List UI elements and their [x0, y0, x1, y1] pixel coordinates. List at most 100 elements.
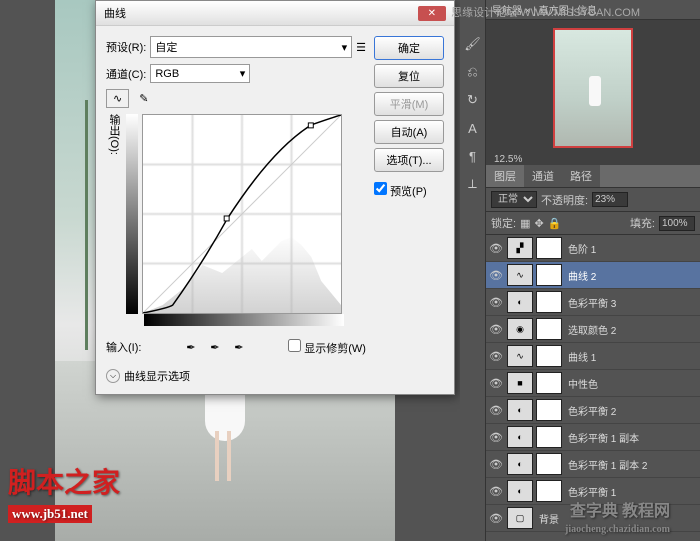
tab-channels[interactable]: 通道 [524, 165, 562, 187]
visibility-eye-icon[interactable]: 👁 [488, 375, 504, 391]
layer-name-label[interactable]: 色阶 1 [565, 241, 698, 256]
layer-name-label[interactable]: 曲线 2 [565, 268, 698, 283]
layer-row[interactable]: 👁◐ 色彩平衡 1 副本 [486, 424, 700, 451]
mask-thumb[interactable] [536, 372, 562, 394]
lock-all-icon[interactable]: 🔒 [548, 217, 562, 230]
curve-path[interactable] [143, 115, 341, 313]
gray-point-eyedropper-icon[interactable]: ✒ [206, 338, 224, 356]
mask-thumb[interactable] [536, 291, 562, 313]
preset-menu-icon[interactable]: ☰ [356, 41, 366, 54]
adjustment-thumb[interactable]: ◐ [507, 291, 533, 313]
preview-checkbox[interactable]: 预览(P) [374, 182, 444, 199]
navigator-thumbnail[interactable] [553, 28, 633, 148]
fill-input[interactable] [659, 216, 695, 231]
navigator-panel[interactable]: 12.5% [486, 20, 700, 165]
output-axis-label: 输出(O): [106, 114, 122, 155]
layer-name-label[interactable]: 色彩平衡 3 [565, 295, 698, 310]
curve-tool-icon[interactable]: ∿ [106, 89, 129, 108]
adjustment-thumb[interactable]: ◐ [507, 453, 533, 475]
visibility-eye-icon[interactable]: 👁 [488, 483, 504, 499]
layers-tabs: 图层 通道 路径 [486, 165, 700, 188]
adjustment-thumb[interactable]: ◉ [507, 318, 533, 340]
layer-name-label[interactable]: 色彩平衡 1 副本 2 [565, 457, 698, 472]
layer-name-label[interactable]: 色彩平衡 2 [565, 403, 698, 418]
visibility-eye-icon[interactable]: 👁 [488, 402, 504, 418]
lock-pixels-icon[interactable]: ▦ [520, 217, 530, 230]
curve-grid[interactable] [142, 114, 342, 314]
layer-row[interactable]: 👁◐ 色彩平衡 3 [486, 289, 700, 316]
vertical-toolbar: 🖌 ⎌ ↻ A ¶ ⟂ [460, 0, 486, 541]
layer-name-label[interactable]: 曲线 1 [565, 349, 698, 364]
expand-chevron-icon[interactable]: ⌵ [106, 369, 120, 383]
adjustment-thumb[interactable]: ■ [507, 372, 533, 394]
display-options-label: 曲线显示选项 [124, 368, 190, 384]
pencil-tool-icon[interactable]: ✎ [133, 90, 154, 107]
mask-thumb[interactable] [536, 237, 562, 259]
layer-row[interactable]: 👁■ 中性色 [486, 370, 700, 397]
adjustment-thumb[interactable]: ◐ [507, 480, 533, 502]
paragraph-tool-icon[interactable]: ¶ [461, 144, 485, 168]
tab-paths[interactable]: 路径 [562, 165, 600, 187]
output-gradient [126, 114, 138, 314]
channel-select[interactable]: RGB▾ [150, 64, 250, 83]
dialog-titlebar[interactable]: 曲线 ✕ [96, 1, 454, 26]
visibility-eye-icon[interactable]: 👁 [488, 240, 504, 256]
show-clipping-checkbox[interactable]: 显示修剪(W) [288, 339, 366, 356]
curves-dialog: 曲线 ✕ 预设(R): 自定▾ ☰ 通道(C): RGB▾ ∿ ✎ [95, 0, 455, 395]
adjustment-thumb[interactable]: ▢ [507, 507, 533, 529]
close-icon[interactable]: ✕ [418, 6, 446, 21]
visibility-eye-icon[interactable]: 👁 [488, 267, 504, 283]
mask-thumb[interactable] [536, 318, 562, 340]
mask-thumb[interactable] [536, 264, 562, 286]
history-tool-icon[interactable]: ↻ [461, 88, 485, 112]
adjustment-thumb[interactable]: ◐ [507, 399, 533, 421]
brush-tool-icon[interactable]: 🖌 [461, 32, 485, 56]
clone-tool-icon[interactable]: ⎌ [461, 60, 485, 84]
layer-row[interactable]: 👁◐ 色彩平衡 1 副本 2 [486, 451, 700, 478]
ok-button[interactable]: 确定 [374, 36, 444, 60]
black-point-eyedropper-icon[interactable]: ✒ [182, 338, 200, 356]
ruler-tool-icon[interactable]: ⟂ [461, 172, 485, 196]
adjustment-thumb[interactable]: ▞ [507, 237, 533, 259]
layer-name-label[interactable]: 选取颜色 2 [565, 322, 698, 337]
visibility-eye-icon[interactable]: 👁 [488, 321, 504, 337]
smooth-button[interactable]: 平滑(M) [374, 92, 444, 116]
layer-row[interactable]: 👁◉ 选取颜色 2 [486, 316, 700, 343]
channel-label: 通道(C): [106, 66, 146, 82]
mask-thumb[interactable] [536, 480, 562, 502]
fill-label: 填充: [630, 215, 655, 231]
visibility-eye-icon[interactable]: 👁 [488, 294, 504, 310]
layer-name-label[interactable]: 色彩平衡 1 副本 [565, 430, 698, 445]
watermark-site2-url: jiaocheng.chazidian.com [565, 524, 670, 535]
auto-button[interactable]: 自动(A) [374, 120, 444, 144]
zoom-level[interactable]: 12.5% [490, 152, 696, 167]
visibility-eye-icon[interactable]: 👁 [488, 429, 504, 445]
watermark-site1-url: www.jb51.net [8, 505, 92, 523]
layer-row[interactable]: 👁∿ 曲线 2 [486, 262, 700, 289]
options-button[interactable]: 选项(T)... [374, 148, 444, 172]
mask-thumb[interactable] [536, 345, 562, 367]
mask-thumb[interactable] [536, 426, 562, 448]
text-tool-icon[interactable]: A [461, 116, 485, 140]
visibility-eye-icon[interactable]: 👁 [488, 510, 504, 526]
white-point-eyedropper-icon[interactable]: ✒ [230, 338, 248, 356]
mask-thumb[interactable] [536, 453, 562, 475]
opacity-input[interactable] [592, 192, 628, 207]
layer-name-label[interactable]: 中性色 [565, 376, 698, 391]
tab-layers[interactable]: 图层 [486, 165, 524, 187]
layer-row[interactable]: 👁◐ 色彩平衡 2 [486, 397, 700, 424]
visibility-eye-icon[interactable]: 👁 [488, 456, 504, 472]
visibility-eye-icon[interactable]: 👁 [488, 348, 504, 364]
preset-select[interactable]: 自定▾ [150, 36, 352, 58]
adjustment-thumb[interactable]: ◐ [507, 426, 533, 448]
panels-dock: 🖌 ⎌ ↻ A ¶ ⟂ 导航器 × | 直方图 | 信息 12.5% 图层 通道… [460, 0, 700, 541]
adjustment-thumb[interactable]: ∿ [507, 264, 533, 286]
adjustment-thumb[interactable]: ∿ [507, 345, 533, 367]
cancel-button[interactable]: 复位 [374, 64, 444, 88]
input-gradient [144, 314, 344, 326]
layer-row[interactable]: 👁∿ 曲线 1 [486, 343, 700, 370]
blend-mode-select[interactable]: 正常 [491, 191, 537, 208]
mask-thumb[interactable] [536, 399, 562, 421]
lock-position-icon[interactable]: ✥ [534, 217, 543, 230]
layer-row[interactable]: 👁▞ 色阶 1 [486, 235, 700, 262]
